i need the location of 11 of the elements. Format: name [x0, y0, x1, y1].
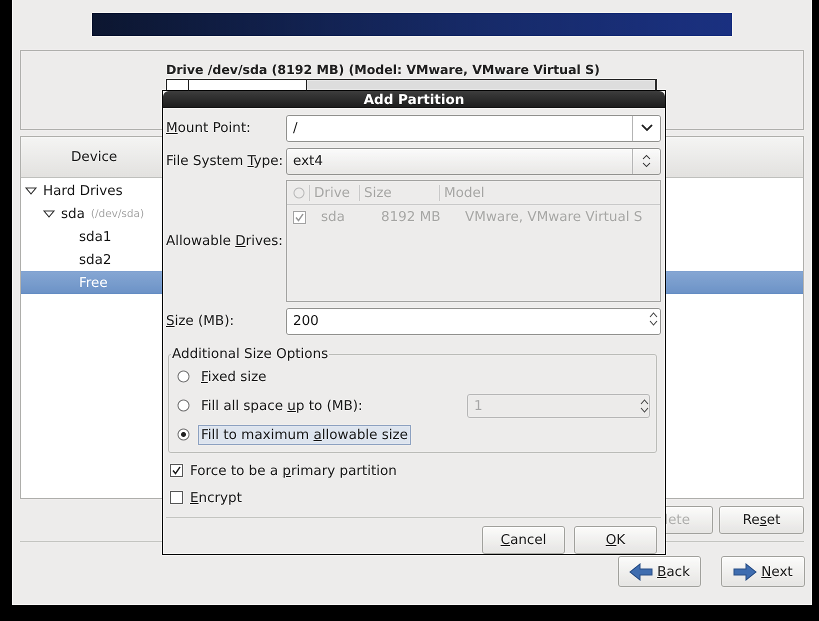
- field-label: File System Type:: [166, 153, 284, 169]
- table-cell-text: 8192 MB: [381, 209, 442, 225]
- table-cell-text: sda: [321, 209, 346, 225]
- dialog-title: Add Partition: [163, 91, 665, 108]
- group-title: Additional Size Options: [171, 346, 330, 362]
- field-label: Mount Point:: [166, 120, 252, 136]
- table-cell-text: VMware, VMware Virtual S: [465, 209, 644, 225]
- field-label: Allowable Drives:: [166, 233, 284, 249]
- drive-title: Drive /dev/sda (8192 MB) (Model: VMware, VMware Virtual S): [166, 62, 601, 77]
- device-path: (/dev/sda): [90, 208, 144, 220]
- field-label: Size (MB):: [166, 313, 236, 329]
